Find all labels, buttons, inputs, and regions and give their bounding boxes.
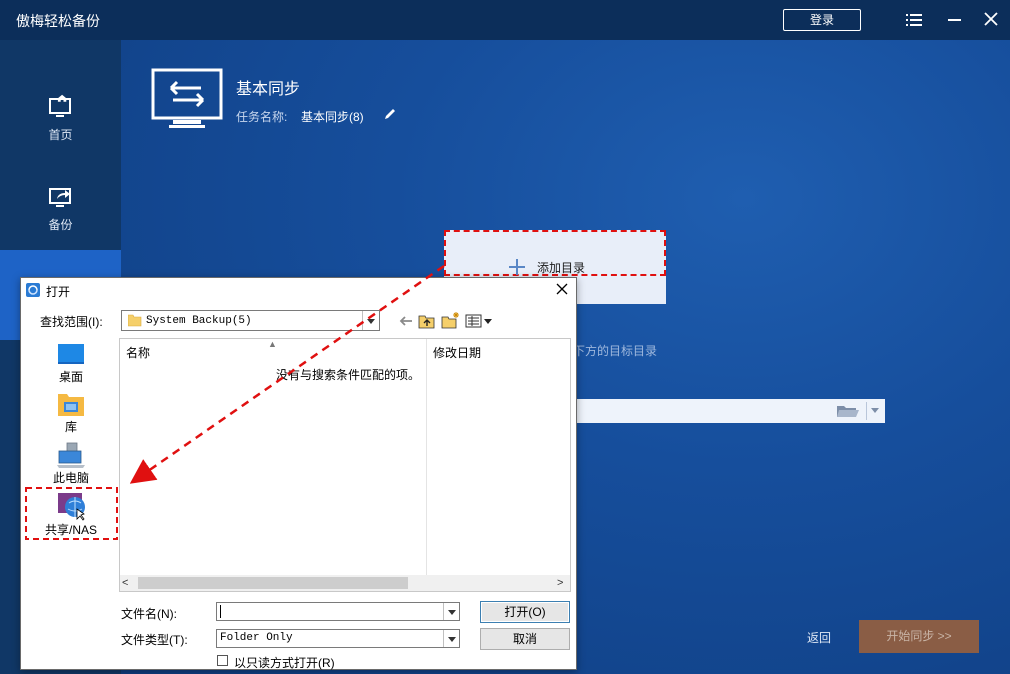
scroll-left-icon[interactable]: <	[122, 577, 128, 589]
task-title: 基本同步	[236, 81, 301, 98]
empty-message: 没有与搜索条件匹配的项。	[276, 368, 421, 382]
computer-icon	[57, 442, 85, 468]
scroll-right-icon[interactable]: >	[557, 577, 563, 589]
app-icon	[26, 283, 40, 297]
target-hint: 下方的目标目录	[573, 344, 658, 358]
sidebar-item-label: 首页	[48, 128, 73, 142]
look-in-label: 查找范围(I):	[40, 315, 103, 329]
title-bar: 傲梅轻松备份 登录	[0, 0, 1010, 40]
readonly-label: 以只读方式打开(R)	[234, 656, 335, 670]
sync-monitor-icon	[151, 68, 223, 128]
library-icon	[58, 394, 84, 416]
chevron-down-icon[interactable]	[871, 408, 879, 413]
add-directory-label[interactable]: 添加目录	[537, 259, 585, 276]
open-button[interactable]: 打开(O)	[480, 601, 570, 623]
dialog-title: 打开	[46, 285, 71, 299]
filename-label: 文件名(N):	[121, 607, 177, 621]
column-divider[interactable]	[426, 339, 427, 575]
place-label: 库	[64, 420, 77, 434]
back-button[interactable]: 返回	[807, 629, 831, 646]
filetype-label: 文件类型(T):	[121, 633, 188, 647]
back-arrow-icon[interactable]	[398, 314, 414, 328]
open-dialog: 打开 查找范围(I): System Backup(5) 桌面 库 此电脑 共享…	[20, 277, 577, 670]
menu-icon[interactable]	[906, 12, 922, 28]
chevron-down-icon[interactable]	[443, 630, 459, 647]
task-name-label: 任务名称:	[236, 110, 288, 124]
chevron-down-icon[interactable]	[362, 311, 379, 330]
chevron-down-icon[interactable]	[443, 603, 459, 620]
look-in-value: System Backup(5)	[146, 315, 252, 327]
edit-pencil-icon[interactable]	[383, 107, 397, 121]
desktop-icon	[58, 344, 84, 364]
minimize-icon[interactable]	[948, 19, 961, 21]
folder-icon	[128, 314, 142, 327]
scrollbar-thumb[interactable]	[138, 577, 408, 589]
place-library[interactable]: 库	[23, 390, 119, 435]
filename-input[interactable]	[216, 602, 460, 621]
filetype-value: Folder Only	[220, 632, 293, 644]
new-folder-icon[interactable]	[441, 311, 461, 329]
column-header-name[interactable]: 名称	[126, 344, 150, 361]
network-globe-icon	[58, 493, 85, 521]
look-in-dropdown[interactable]: System Backup(5)	[121, 310, 380, 331]
folder-open-icon[interactable]	[836, 404, 860, 418]
places-bar: 桌面 库 此电脑 共享/NAS	[23, 338, 119, 668]
place-label: 桌面	[58, 370, 83, 384]
view-menu-icon[interactable]	[465, 314, 493, 328]
sidebar-item-label: 备份	[48, 218, 73, 232]
close-icon[interactable]	[984, 12, 998, 26]
divider	[866, 402, 867, 420]
readonly-checkbox[interactable]	[217, 655, 228, 666]
home-monitor-icon	[49, 94, 71, 117]
app-title: 傲梅轻松备份	[16, 13, 100, 29]
column-header-date[interactable]: 修改日期	[433, 344, 481, 361]
task-name-value: 基本同步(8)	[301, 110, 364, 124]
close-icon[interactable]	[555, 282, 569, 296]
cancel-button[interactable]: 取消	[480, 628, 570, 650]
place-label: 此电脑	[52, 471, 89, 485]
horizontal-scrollbar[interactable]: < >	[120, 575, 570, 591]
place-label: 共享/NAS	[44, 523, 97, 537]
plus-icon	[509, 259, 525, 275]
sort-ascending-icon: ▲	[268, 339, 277, 349]
sidebar-item-home[interactable]: 首页	[0, 80, 121, 170]
sidebar-item-backup[interactable]: 备份	[0, 170, 121, 260]
place-network-share[interactable]: 共享/NAS	[23, 491, 119, 538]
file-list[interactable]: 名称 ▲ 修改日期 没有与搜索条件匹配的项。 < >	[119, 338, 571, 592]
place-this-pc[interactable]: 此电脑	[23, 441, 119, 486]
filetype-select[interactable]: Folder Only	[216, 629, 460, 648]
up-folder-icon[interactable]	[418, 313, 436, 329]
text-caret	[220, 605, 221, 618]
backup-monitor-icon	[49, 188, 71, 207]
login-button[interactable]: 登录	[783, 9, 861, 31]
start-sync-button[interactable]: 开始同步 >>	[859, 620, 979, 653]
place-desktop[interactable]: 桌面	[23, 340, 119, 385]
